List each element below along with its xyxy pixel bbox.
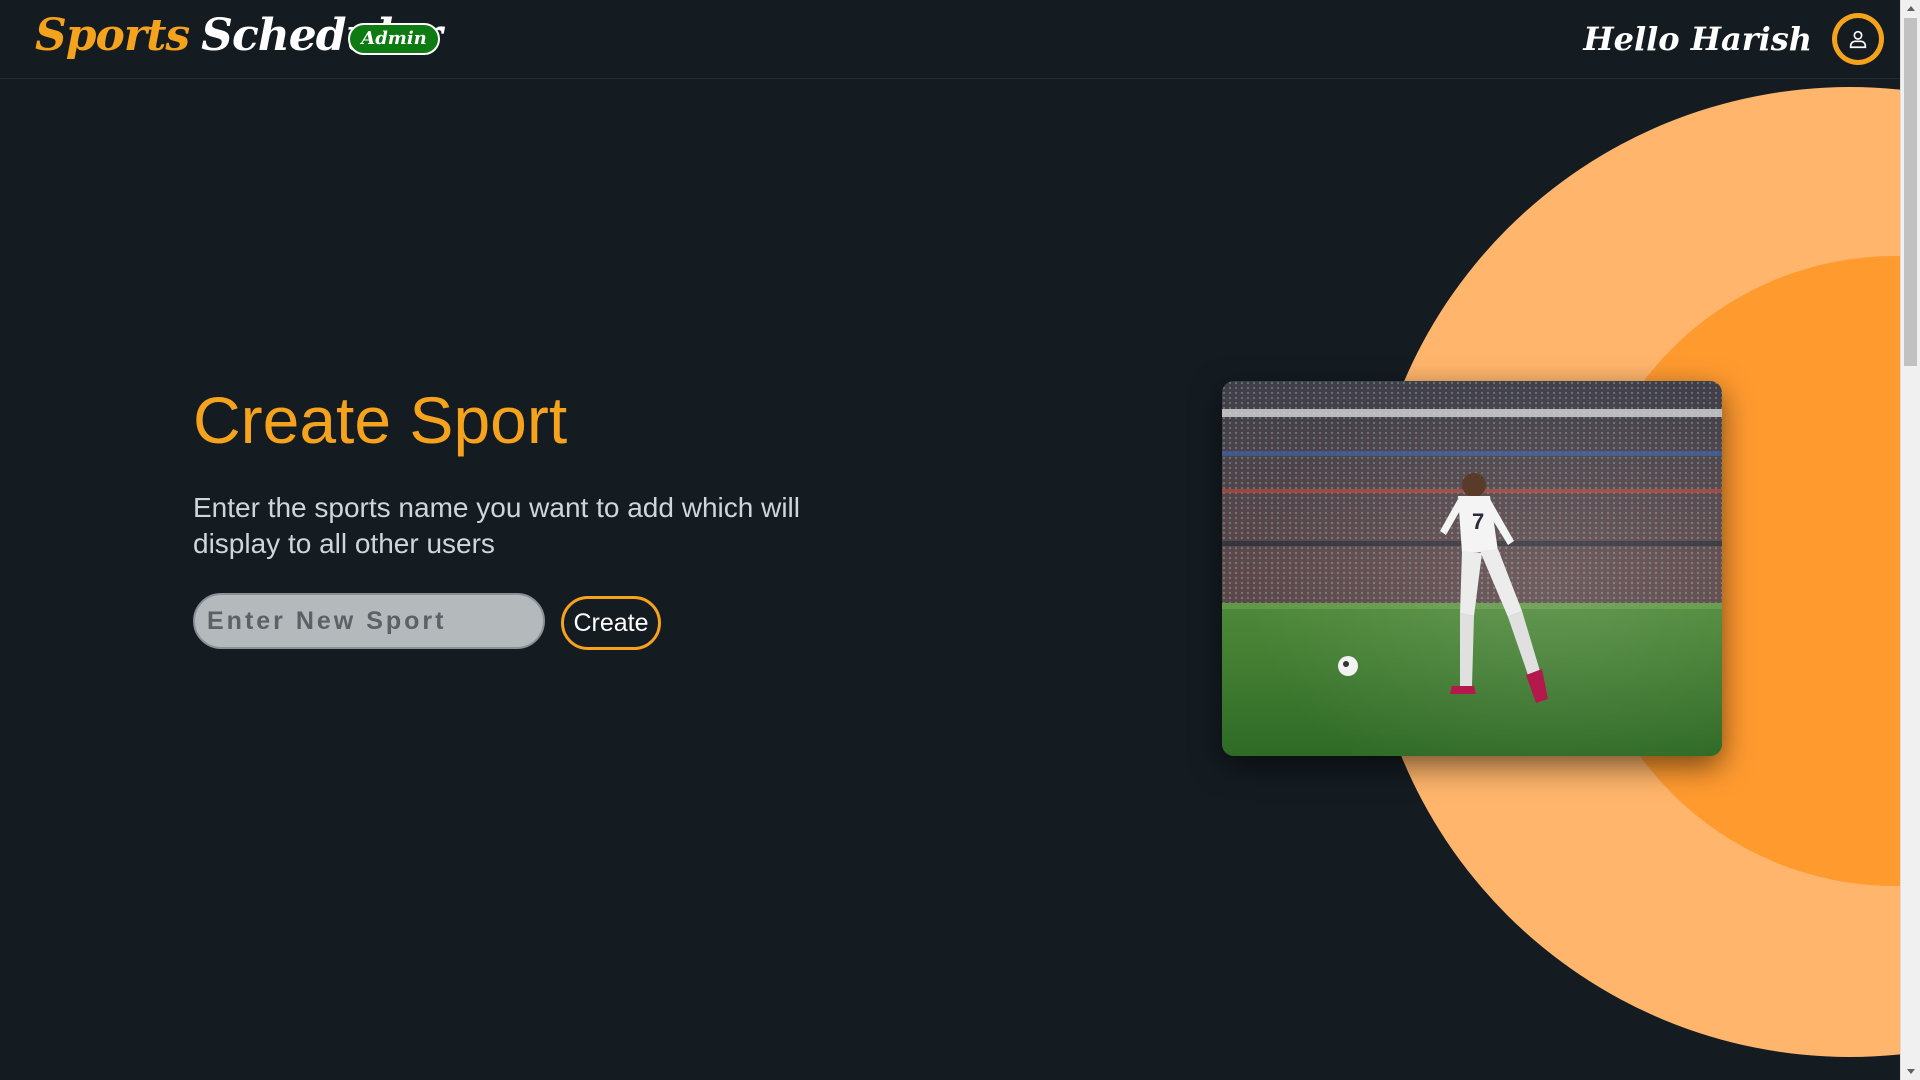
- page-description: Enter the sports name you want to add wh…: [193, 492, 800, 559]
- page: Sports Scheduler Admin Hello Harish Creat…: [0, 0, 1920, 1080]
- user-icon: [1849, 30, 1867, 49]
- new-sport-input[interactable]: [193, 593, 545, 649]
- scrollbar-thumb[interactable]: [1904, 18, 1917, 366]
- user-icon-wrapper: [1837, 18, 1879, 60]
- svg-text:7: 7: [1472, 509, 1484, 534]
- vertical-scrollbar[interactable]: [1900, 0, 1920, 1080]
- user-greeting: Hello Harish: [1583, 20, 1812, 58]
- top-navbar: Sports Scheduler Admin Hello Harish: [0, 0, 1900, 79]
- soccer-player-image: 7: [1222, 381, 1722, 756]
- scroll-up-arrow-icon[interactable]: [1901, 0, 1920, 17]
- stadium-scene: 7: [1222, 381, 1722, 756]
- scroll-down-arrow-icon[interactable]: [1901, 1063, 1920, 1080]
- create-button[interactable]: Create: [561, 596, 661, 650]
- brand-word-sports: Sports: [35, 10, 190, 61]
- page-title: Create Sport: [193, 383, 568, 457]
- admin-badge: Admin: [348, 23, 440, 55]
- user-avatar-button[interactable]: [1832, 13, 1884, 65]
